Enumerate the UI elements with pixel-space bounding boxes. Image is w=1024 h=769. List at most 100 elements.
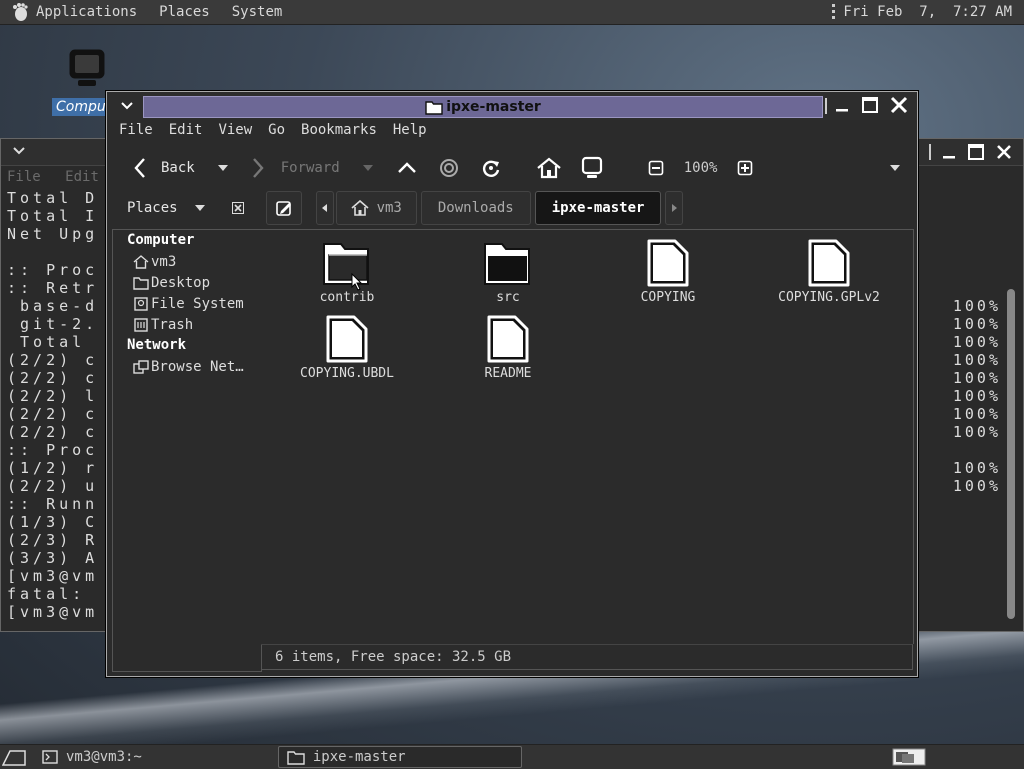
menu-go[interactable]: Go (268, 122, 285, 144)
minimize-icon[interactable] (833, 96, 851, 114)
sidebar-header-computer: Computer (127, 232, 195, 248)
computer-icon (69, 49, 105, 86)
file-item-readme[interactable]: README (428, 314, 588, 381)
terminal-line: (2/2) c (7, 351, 99, 369)
folder-open-icon (323, 243, 369, 285)
forward-history-dropdown-icon[interactable] (362, 163, 374, 173)
network-icon (133, 359, 149, 374)
arrow-right-icon (672, 204, 678, 212)
task-terminal[interactable]: vm3@vm3:~ (34, 747, 150, 767)
maximize-icon[interactable] (967, 143, 985, 161)
terminal-line: :: Proc (7, 441, 99, 459)
menu-system[interactable]: System (232, 4, 283, 20)
reload-icon[interactable] (480, 157, 502, 179)
chevron-down-icon[interactable] (119, 98, 135, 114)
sidebar-item-file-system[interactable]: File System (113, 293, 261, 314)
task-label: ipxe-master (312, 749, 406, 765)
show-desktop-icon[interactable] (2, 747, 26, 767)
breadcrumb-label: ipxe-master (551, 200, 645, 216)
fm-titlebar[interactable]: ipxe-master (107, 92, 917, 120)
zoom-in-icon[interactable] (737, 160, 753, 176)
workspace-switcher-icon[interactable] (892, 748, 926, 766)
terminal-line: base-d (7, 297, 99, 315)
folder-icon (287, 751, 305, 765)
sidebar-item-trash[interactable]: Trash (113, 314, 261, 335)
computer-icon[interactable] (580, 156, 604, 180)
file-item-contrib[interactable]: contrib (267, 238, 427, 305)
sidebar-item-browse-network[interactable]: Browse Net… (113, 356, 261, 377)
trash-icon (134, 317, 148, 332)
forward-button[interactable]: Forward (251, 157, 340, 179)
terminal-line: (2/2) c (7, 405, 99, 423)
menu-help[interactable]: Help (393, 122, 427, 144)
pathbar-scroll-right[interactable] (665, 191, 684, 225)
menu-places[interactable]: Places (159, 4, 210, 20)
up-arrow-icon[interactable] (396, 157, 418, 179)
sidebar-item-desktop[interactable]: Desktop (113, 272, 261, 293)
fm-title-text: ipxe-master (446, 99, 541, 115)
task-file-manager[interactable]: ipxe-master (277, 746, 522, 768)
breadcrumb-vm3[interactable]: vm3 (335, 191, 417, 225)
back-history-dropdown-icon[interactable] (217, 163, 229, 173)
document-icon (487, 315, 529, 363)
pathbar-scroll-left[interactable] (315, 191, 334, 225)
fm-menubar: File Edit View Go Bookmarks Help (111, 122, 435, 144)
back-button[interactable]: Back (133, 157, 195, 179)
menu-bookmarks[interactable]: Bookmarks (301, 122, 377, 144)
terminal-progress-percent (953, 441, 1001, 459)
sidebar-item-label: vm3 (151, 253, 177, 270)
sidebar-item-label: Trash (151, 316, 194, 333)
close-icon[interactable] (889, 95, 909, 115)
chevron-down-icon (194, 205, 205, 211)
places-selector[interactable]: Places (127, 200, 206, 216)
gnome-foot-icon[interactable] (10, 2, 30, 22)
terminal-menubar: File Edit (7, 169, 115, 185)
clock[interactable]: Fri Feb 7, 7:27 AM (843, 4, 1012, 20)
terminal-progress-percent: 100% (952, 477, 1001, 495)
chevron-down-icon[interactable] (11, 143, 27, 159)
zoom-level: 100% (683, 160, 718, 176)
toggle-location-button[interactable] (265, 191, 302, 225)
breadcrumb-downloads[interactable]: Downloads (420, 191, 531, 225)
file-item-label: src (496, 290, 520, 305)
menu-file[interactable]: File (119, 122, 153, 144)
terminal-line: [vm3@vm (7, 567, 99, 585)
file-item-copying-gplv2[interactable]: COPYING.GPLv2 (749, 238, 909, 305)
document-icon (326, 315, 368, 363)
file-item-copying[interactable]: COPYING (588, 238, 748, 305)
terminal-line: Net Upg (7, 225, 99, 243)
minimize-icon[interactable] (941, 144, 957, 160)
menu-edit[interactable]: Edit (169, 122, 203, 144)
folder-icon (425, 101, 443, 115)
terminal-icon (42, 750, 58, 764)
terminal-output[interactable]: Total D Total I Net Upg :: Proc:: Retr bas… (7, 189, 98, 621)
file-manager-window[interactable]: ipxe-master File Edit View Go Bookmarks … (106, 91, 918, 677)
terminal-line: (1/2) r (7, 459, 99, 477)
menu-view[interactable]: View (218, 122, 252, 144)
home-icon[interactable] (536, 157, 562, 179)
terminal-progress-percent: 100% (952, 333, 1001, 351)
arrow-left-icon (134, 158, 145, 178)
bottom-panel: vm3@vm3:~ ipxe-master (0, 744, 1024, 769)
toolbar-overflow-icon[interactable] (889, 163, 901, 173)
terminal-line: Total (7, 333, 99, 351)
menu-applications[interactable]: Applications (36, 4, 137, 20)
terminal-line: (2/2) c (7, 423, 99, 441)
file-item-copying-ubdl[interactable]: COPYING.UBDL (267, 314, 427, 381)
terminal-menu-edit[interactable]: Edit (65, 169, 99, 185)
terminal-menu-file[interactable]: File (7, 169, 41, 185)
terminal-line: fatal: (7, 585, 99, 603)
sidebar-item-vm3[interactable]: vm3 (113, 251, 261, 272)
terminal-line: (3/3) A (7, 549, 99, 567)
file-item-src[interactable]: src (428, 238, 588, 305)
close-icon[interactable] (995, 143, 1013, 161)
breadcrumb-ipxe-master[interactable]: ipxe-master (534, 191, 662, 225)
zoom-out-icon[interactable] (648, 160, 664, 176)
fm-icon-view[interactable]: contrib src COPYING COPYING.GPLv2 COPYIN… (261, 229, 914, 644)
stop-icon[interactable] (438, 157, 460, 179)
panel-handle-icon (832, 4, 836, 20)
close-sidebar-icon[interactable] (231, 202, 244, 214)
maximize-icon[interactable] (861, 96, 879, 114)
terminal-scrollbar[interactable] (1007, 289, 1015, 619)
terminal-progress-percent: 100% (952, 369, 1001, 387)
